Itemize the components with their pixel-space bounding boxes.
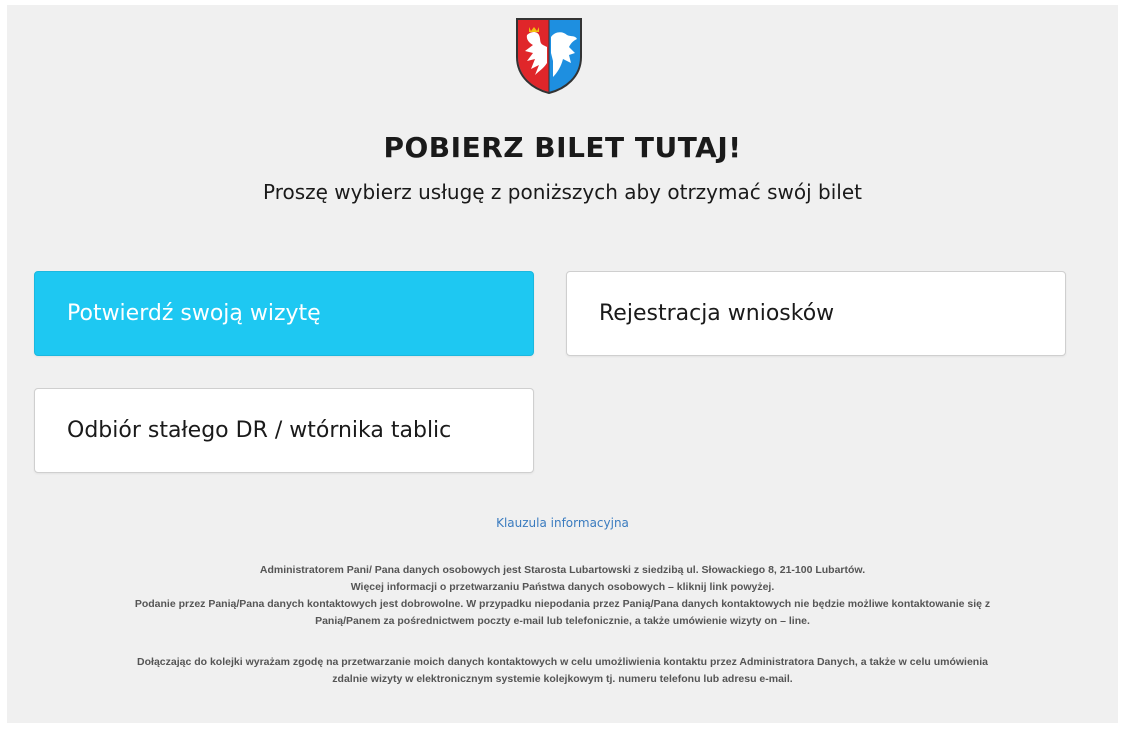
info-line: Panią/Panem za pośrednictwem poczty e-ma… [315,615,810,627]
page-title: POBIERZ BILET TUTAJ! [383,131,742,164]
info-line: Więcej informacji o przetwarzaniu Państw… [350,581,775,593]
confirm-visit-label: Potwierdź swoją wizytę [67,301,321,326]
application-registration-button[interactable]: Rejestracja wniosków [566,271,1066,356]
information-clause-link[interactable]: Klauzula informacyjna [7,516,1118,530]
info-line: Administratorem Pani/ Pana danych osobow… [259,564,866,576]
confirm-visit-button[interactable]: Potwierdź swoją wizytę [34,271,534,356]
registration-pickup-button[interactable]: Odbiór stałego DR / wtórnika tablic [34,388,534,473]
gdpr-info-block: Administratorem Pani/ Pana danych osobow… [7,562,1118,630]
application-registration-label: Rejestracja wniosków [599,301,835,326]
page-container: POBIERZ BILET TUTAJ! Proszę wybierz usłu… [7,5,1118,723]
page-subtitle: Proszę wybierz usługę z poniższych aby o… [262,180,862,204]
info-line: Podanie przez Panią/Pana danych kontakto… [134,598,991,610]
consent-info-block: Dołączając do kolejki wyrażam zgodę na p… [7,654,1118,688]
info-line: zdalnie wizyty w elektronicznym systemie… [332,673,793,685]
registration-pickup-label: Odbiór stałego DR / wtórnika tablic [67,418,452,443]
coat-of-arms-icon [513,13,585,95]
info-line: Dołączając do kolejki wyrażam zgodę na p… [137,656,988,668]
